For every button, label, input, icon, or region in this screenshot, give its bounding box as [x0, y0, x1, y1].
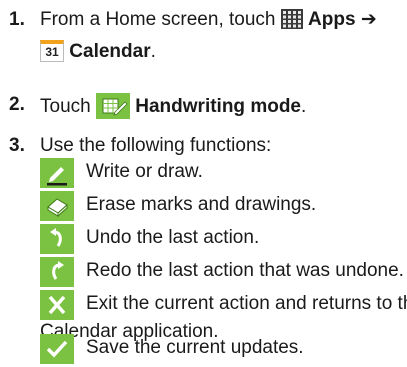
step-text-line2: 31 Calendar.	[40, 40, 156, 64]
checkmark-icon	[40, 334, 74, 364]
apps-grid-icon	[280, 9, 303, 29]
step-2: 2. Touch Handwriting mode.	[0, 93, 407, 121]
function-label: Exit the current action and returns to t…	[86, 293, 407, 314]
step-text: Use the following functions:	[40, 135, 272, 156]
step-number: 1.	[9, 9, 25, 30]
calendar-badge: 31	[45, 45, 59, 59]
step-text: Touch Handwriting mode.	[40, 93, 306, 119]
pen-icon	[40, 158, 74, 188]
function-label: Erase marks and drawings.	[86, 194, 317, 215]
function-label: Redo the last action that was undone.	[86, 260, 404, 281]
redo-icon	[40, 257, 74, 287]
arrow-glyph: ➔	[360, 9, 377, 30]
apps-label: Apps	[308, 9, 356, 30]
step-number: 2.	[9, 94, 25, 115]
step-3: 3. Use the following functions:	[0, 134, 407, 158]
calendar-label: Calendar	[69, 41, 151, 62]
function-label: Save the current updates.	[86, 337, 304, 358]
step-text: From a Home screen, touch Apps ➔	[40, 9, 377, 30]
step-number: 3.	[9, 135, 25, 156]
undo-icon	[40, 224, 74, 254]
function-label: Write or draw.	[86, 161, 203, 182]
handwriting-mode-icon	[95, 93, 130, 119]
close-icon	[40, 290, 74, 320]
handwriting-mode-label: Handwriting mode	[135, 96, 301, 117]
calendar-icon: 31	[40, 40, 64, 62]
function-label: Undo the last action.	[86, 227, 260, 248]
step-1: 1. From a Home screen, touch Apps ➔ 31 C…	[0, 8, 407, 64]
eraser-icon	[40, 191, 74, 221]
